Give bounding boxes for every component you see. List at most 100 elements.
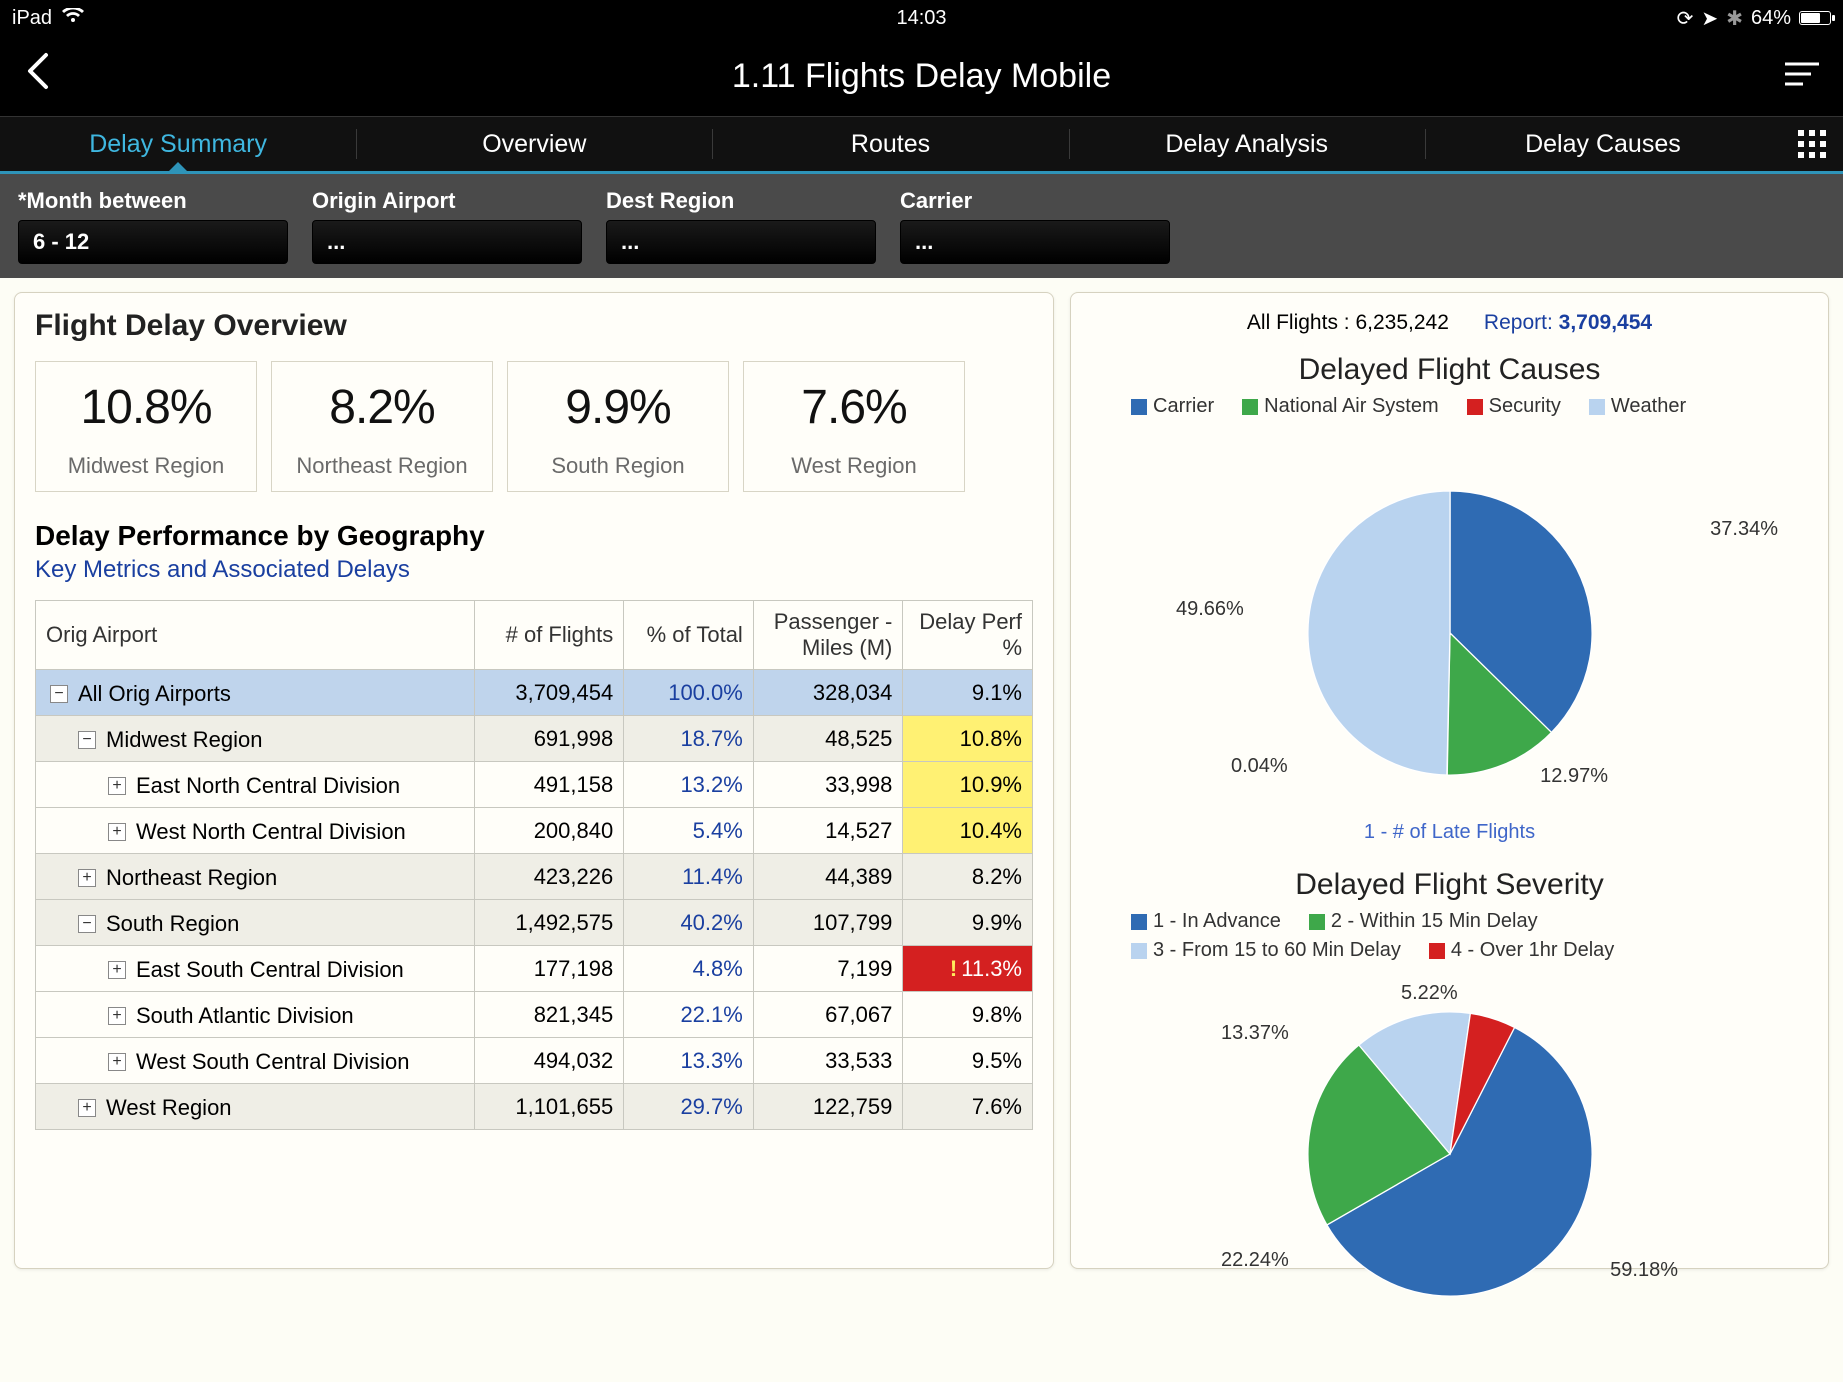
tab-delay-analysis[interactable]: Delay Analysis bbox=[1069, 117, 1425, 171]
kpi-value: 8.2% bbox=[284, 380, 480, 435]
kpi-value: 10.8% bbox=[48, 380, 244, 435]
table-row[interactable]: −South Region1,492,57540.2%107,7999.9% bbox=[36, 900, 1033, 946]
pie-chart-severity bbox=[1295, 999, 1605, 1309]
th-perf: Delay Perf % bbox=[903, 601, 1033, 670]
cell-perf: 8.2% bbox=[903, 854, 1033, 900]
legend-label: 1 - In Advance bbox=[1153, 910, 1281, 933]
warning-icon: ! bbox=[950, 956, 957, 981]
table-row[interactable]: +West Region1,101,65529.7%122,7597.6% bbox=[36, 1084, 1033, 1130]
grid-view-button[interactable] bbox=[1781, 117, 1843, 171]
expand-icon[interactable]: + bbox=[78, 1099, 96, 1117]
expand-icon[interactable]: + bbox=[108, 961, 126, 979]
filter-input-destregion[interactable]: ... bbox=[606, 220, 876, 264]
cell-pm: 48,525 bbox=[753, 716, 903, 762]
expand-icon[interactable]: + bbox=[108, 823, 126, 841]
cell-pm: 33,533 bbox=[753, 1038, 903, 1084]
chart1-label-carrier: 37.34% bbox=[1710, 518, 1778, 541]
cell-pct: 4.8% bbox=[624, 946, 754, 992]
cell-pm: 44,389 bbox=[753, 854, 903, 900]
collapse-icon[interactable]: − bbox=[78, 731, 96, 749]
table-row[interactable]: −All Orig Airports3,709,454100.0%328,034… bbox=[36, 670, 1033, 716]
cell-pm: 122,759 bbox=[753, 1084, 903, 1130]
tab-delay-causes[interactable]: Delay Causes bbox=[1425, 117, 1781, 171]
chart2-label-1: 59.18% bbox=[1610, 1259, 1678, 1282]
ios-status-bar: iPad 14:03 ⟳ ➤ ✱ 64% bbox=[0, 0, 1843, 36]
legend-label: 2 - Within 15 Min Delay bbox=[1331, 910, 1538, 933]
legend-swatch bbox=[1131, 399, 1147, 415]
cell-flights: 494,032 bbox=[474, 1038, 624, 1084]
filter-input-origin[interactable]: ... bbox=[312, 220, 582, 264]
table-row[interactable]: +Northeast Region423,22611.4%44,3898.2% bbox=[36, 854, 1033, 900]
chart2-label-2: 22.24% bbox=[1221, 1249, 1289, 1272]
cell-pct: 22.1% bbox=[624, 992, 754, 1038]
geo-subtitle[interactable]: Key Metrics and Associated Delays bbox=[35, 556, 1033, 584]
expand-icon[interactable]: + bbox=[108, 777, 126, 795]
geo-table: Orig Airport # of Flights % of Total Pas… bbox=[35, 600, 1033, 1130]
table-row[interactable]: +West North Central Division200,8405.4%1… bbox=[36, 808, 1033, 854]
cell-flights: 1,492,575 bbox=[474, 900, 624, 946]
table-row[interactable]: −Midwest Region691,99818.7%48,52510.8% bbox=[36, 716, 1033, 762]
kpi-value: 7.6% bbox=[756, 380, 952, 435]
cell-pm: 7,199 bbox=[753, 946, 903, 992]
cell-perf: 10.9% bbox=[903, 762, 1033, 808]
expand-icon[interactable]: + bbox=[108, 1007, 126, 1025]
legend-item: Weather bbox=[1589, 395, 1686, 418]
options-icon[interactable] bbox=[1785, 59, 1819, 94]
th-pm: Passenger - Miles (M) bbox=[753, 601, 903, 670]
pie-chart-causes bbox=[1295, 478, 1605, 788]
kpi-midwest: 10.8% Midwest Region bbox=[35, 361, 257, 492]
filter-label-carrier: Carrier bbox=[900, 188, 1170, 214]
cell-flights: 691,998 bbox=[474, 716, 624, 762]
legend-item: 4 - Over 1hr Delay bbox=[1429, 939, 1614, 962]
chart1-label-security: 0.04% bbox=[1231, 755, 1288, 778]
legend-label: 3 - From 15 to 60 Min Delay bbox=[1153, 939, 1401, 962]
legend-item: Security bbox=[1467, 395, 1561, 418]
filter-label-origin: Origin Airport bbox=[312, 188, 582, 214]
chart1-label-weather: 49.66% bbox=[1176, 598, 1244, 621]
legend-label: Carrier bbox=[1153, 395, 1214, 418]
battery-icon bbox=[1799, 11, 1831, 25]
table-row[interactable]: +East South Central Division177,1984.8%7… bbox=[36, 946, 1033, 992]
all-flights-label: All Flights : bbox=[1247, 311, 1350, 334]
expand-icon[interactable]: + bbox=[78, 869, 96, 887]
legend-item: Carrier bbox=[1131, 395, 1214, 418]
filter-input-month[interactable]: 6 - 12 bbox=[18, 220, 288, 264]
summary-counts: All Flights : 6,235,242 Report: 3,709,45… bbox=[1091, 311, 1808, 335]
table-row[interactable]: +West South Central Division494,03213.3%… bbox=[36, 1038, 1033, 1084]
back-button[interactable] bbox=[24, 51, 64, 101]
chart1-title: Delayed Flight Causes bbox=[1091, 353, 1808, 387]
cell-perf: 9.5% bbox=[903, 1038, 1033, 1084]
row-label: East North Central Division bbox=[136, 773, 400, 799]
bluetooth-icon: ✱ bbox=[1726, 6, 1743, 31]
device-label: iPad bbox=[12, 7, 52, 30]
filter-input-carrier[interactable]: ... bbox=[900, 220, 1170, 264]
report-value: 3,709,454 bbox=[1559, 311, 1652, 334]
cell-pct: 40.2% bbox=[624, 900, 754, 946]
row-label: Midwest Region bbox=[106, 727, 263, 753]
status-time: 14:03 bbox=[618, 7, 1224, 30]
tab-delay-summary[interactable]: Delay Summary bbox=[0, 117, 356, 171]
kpi-row: 10.8% Midwest Region 8.2% Northeast Regi… bbox=[35, 361, 1033, 492]
table-row[interactable]: +South Atlantic Division821,34522.1%67,0… bbox=[36, 992, 1033, 1038]
cell-perf: 10.8% bbox=[903, 716, 1033, 762]
tab-overview[interactable]: Overview bbox=[356, 117, 712, 171]
tab-routes[interactable]: Routes bbox=[712, 117, 1068, 171]
kpi-south: 9.9% South Region bbox=[507, 361, 729, 492]
overview-title: Flight Delay Overview bbox=[35, 309, 1033, 343]
cell-pm: 107,799 bbox=[753, 900, 903, 946]
cell-pm: 67,067 bbox=[753, 992, 903, 1038]
row-label: East South Central Division bbox=[136, 957, 404, 983]
table-row[interactable]: +East North Central Division491,15813.2%… bbox=[36, 762, 1033, 808]
kpi-northeast: 8.2% Northeast Region bbox=[271, 361, 493, 492]
row-label: West South Central Division bbox=[136, 1049, 410, 1075]
cell-flights: 821,345 bbox=[474, 992, 624, 1038]
legend-swatch bbox=[1242, 399, 1258, 415]
collapse-icon[interactable]: − bbox=[50, 685, 68, 703]
expand-icon[interactable]: + bbox=[108, 1053, 126, 1071]
legend-swatch bbox=[1589, 399, 1605, 415]
cell-perf: 7.6% bbox=[903, 1084, 1033, 1130]
all-flights-value: 6,235,242 bbox=[1355, 311, 1448, 334]
chart1-axis-label: 1 - # of Late Flights bbox=[1091, 821, 1808, 844]
collapse-icon[interactable]: − bbox=[78, 915, 96, 933]
cell-perf: 9.9% bbox=[903, 900, 1033, 946]
